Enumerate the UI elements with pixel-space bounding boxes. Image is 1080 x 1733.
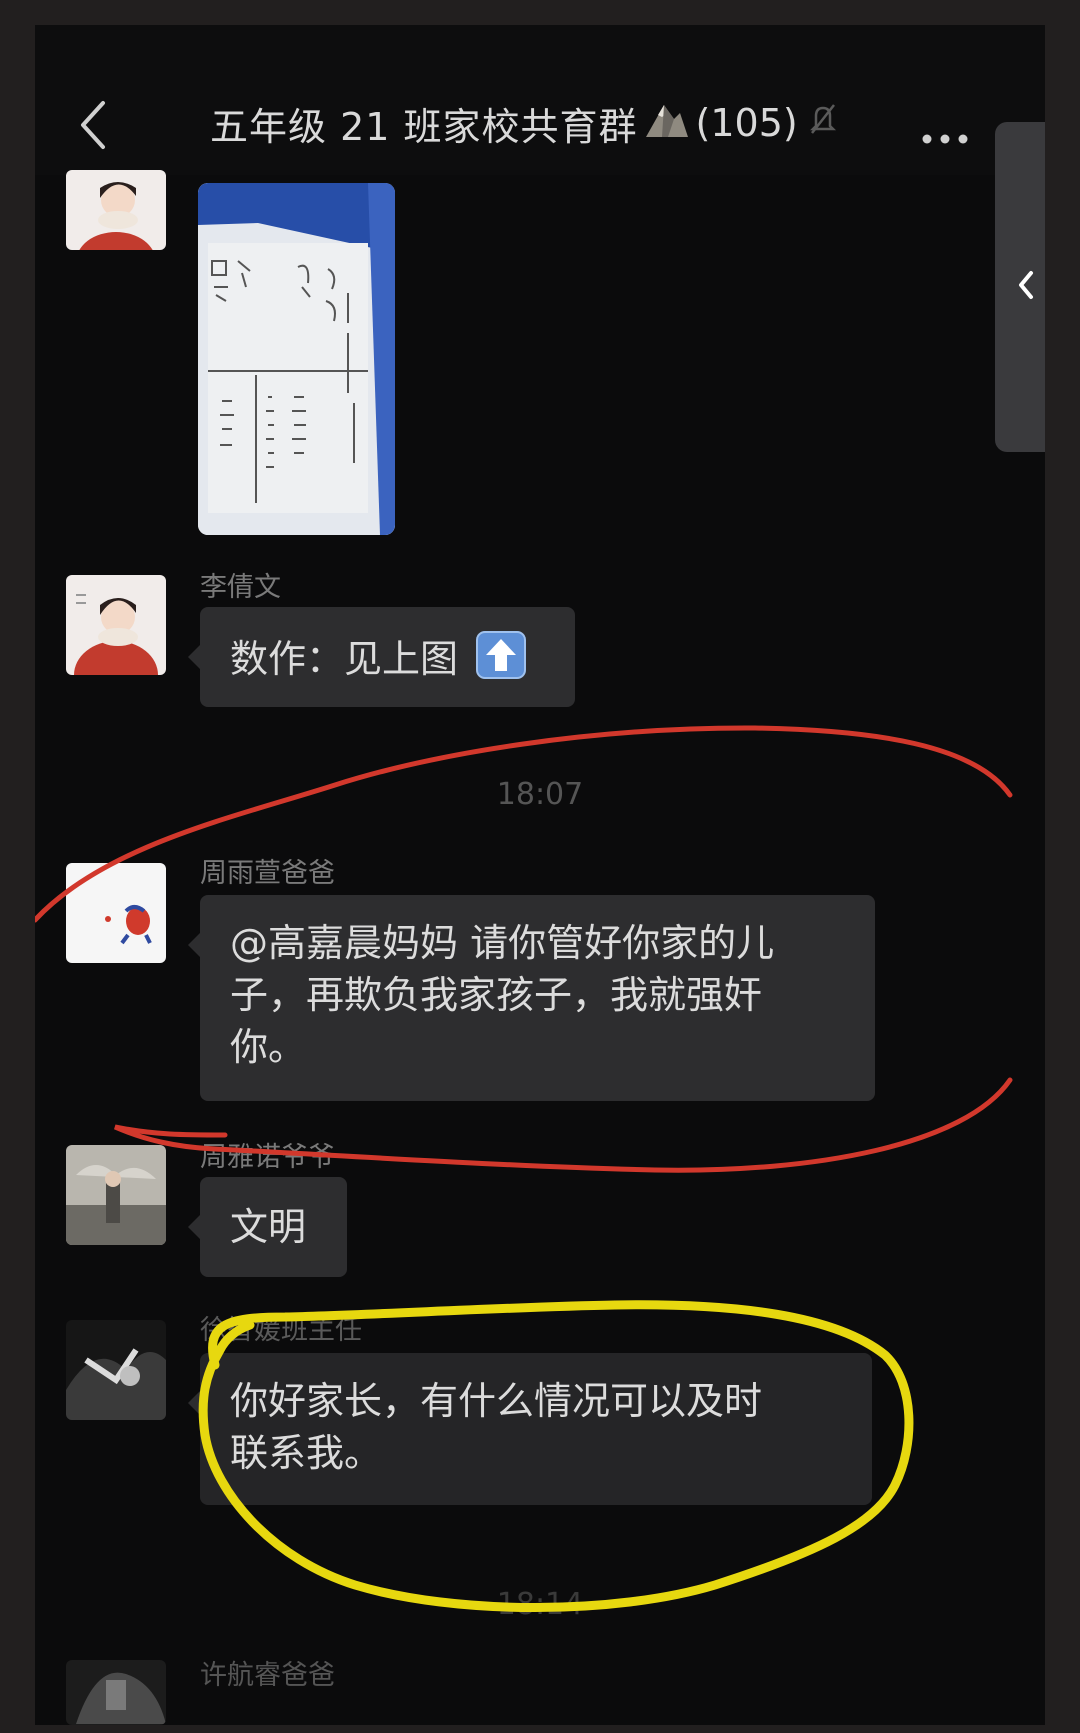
chat-screen: 五年级 21 班家校共育群 (105) 李倩文 数作：见上图 18:07 周雨萱… — [35, 25, 1045, 1725]
annotation-overlay — [35, 725, 1013, 1612]
yellow-highlight-circle — [198, 1300, 914, 1612]
red-highlight-circle — [35, 725, 1013, 1173]
